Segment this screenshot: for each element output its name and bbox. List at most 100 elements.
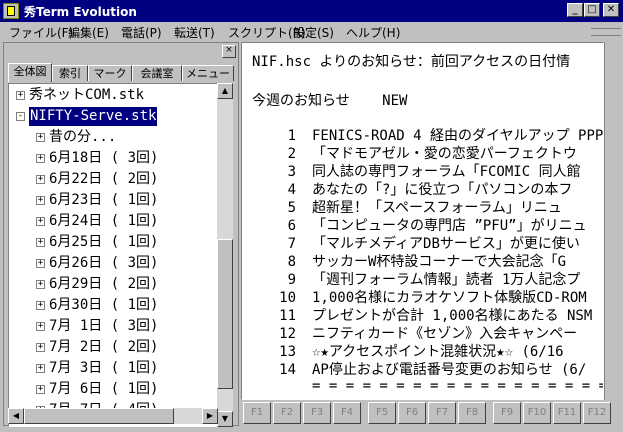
notice-number: 13 — [279, 344, 296, 360]
expand-icon[interactable]: + — [36, 154, 45, 163]
tree-node-label[interactable]: 秀ネットCOM.stk — [29, 86, 144, 105]
tree-node-label[interactable]: 7月 6日 ( 1回) — [49, 380, 158, 399]
tree-node-label[interactable]: 6月25日 ( 1回) — [49, 233, 158, 252]
tree-node-label[interactable]: 6月23日 ( 1回) — [49, 191, 158, 210]
message-view[interactable]: NIF.hsc よりのお知らせ：前回アクセスの日付情 今週のお知らせ NEW 1… — [241, 42, 604, 400]
tree-node-label[interactable]: 7月 3日 ( 1回) — [49, 359, 158, 378]
expand-icon[interactable]: + — [36, 385, 45, 394]
fkey-f7-button[interactable]: F7 — [428, 402, 456, 424]
notice-number: 11 — [279, 308, 296, 324]
fkey-f12-button[interactable]: F12 — [583, 402, 611, 424]
notice-number: 10 — [279, 290, 296, 306]
fkey-f11-button[interactable]: F11 — [553, 402, 581, 424]
notice-item[interactable]: 3 同人誌の専門フォーラム「FCOMIC 同人館 — [252, 163, 581, 181]
close-button[interactable]: ✕ — [603, 3, 619, 17]
expand-icon[interactable]: + — [36, 133, 45, 142]
fkey-f2-button[interactable]: F2 — [273, 402, 301, 424]
section-heading: 今週のお知らせ NEW — [252, 92, 407, 110]
tree-hscrollbar[interactable]: ◀ ▶ — [8, 408, 218, 424]
menu-bar: ファイル(F) 編集(E) 電話(P) 転送(T) スクリプト(R) 設定(S)… — [0, 22, 623, 41]
menu-settings[interactable]: 設定(S) — [293, 24, 334, 41]
notice-number: 5 — [287, 200, 296, 216]
toolbar-grip[interactable] — [591, 28, 621, 36]
expand-icon[interactable]: + — [36, 175, 45, 184]
tree-node-label[interactable]: 6月24日 ( 1回) — [49, 212, 158, 231]
notice-item[interactable]: 11 プレゼントが合計 1,000名様にあたる NSM — [252, 307, 592, 325]
tab-mark[interactable]: マーク — [88, 65, 132, 81]
expand-icon[interactable]: + — [36, 322, 45, 331]
fkey-f3-button[interactable]: F3 — [303, 402, 331, 424]
expand-icon[interactable]: + — [36, 238, 45, 247]
menu-transfer[interactable]: 転送(T) — [174, 24, 215, 41]
scroll-left-icon[interactable]: ◀ — [8, 408, 24, 424]
tab-menu[interactable]: メニュー — [182, 65, 234, 81]
tab-overview[interactable]: 全体図 — [8, 63, 52, 82]
notice-item[interactable]: 12 ニフティカード《セゾン》入会キャンペー — [252, 325, 577, 343]
divider-line: = = = = = = = = = = = = = = = = = = = = … — [312, 378, 603, 394]
tree-view[interactable]: + 秀ネットCOM.stk - NIFTY-Serve.stk + 昔の分... +6月18… — [8, 83, 218, 427]
tree-node-label[interactable]: 6月30日 ( 1回) — [49, 296, 158, 315]
scroll-up-icon[interactable]: ▲ — [217, 83, 233, 99]
notice-number: 12 — [279, 326, 296, 342]
notice-item[interactable]: 1 FENICS-ROAD 4 経由のダイヤルアップ PPP — [252, 127, 603, 145]
notice-number: 4 — [287, 182, 296, 198]
fkey-f9-button[interactable]: F9 — [493, 402, 521, 424]
hscroll-thumb[interactable] — [24, 408, 174, 424]
expand-icon[interactable]: + — [36, 280, 45, 289]
title-bar[interactable]: 秀Term Evolution _ □ ✕ — [0, 0, 623, 22]
notice-item[interactable]: 5 超新星！「スペースフォーラム」リニュ — [252, 199, 562, 217]
expand-icon[interactable]: + — [36, 259, 45, 268]
expand-icon[interactable]: + — [36, 301, 45, 310]
fkey-f5-button[interactable]: F5 — [368, 402, 396, 424]
navigation-pane: × 全体図 索引 マーク 会議室 メニュー + 秀ネットCOM.stk - NIFTY… — [3, 42, 239, 427]
scroll-down-icon[interactable]: ▼ — [217, 411, 233, 427]
tree-node-label[interactable]: 6月18日 ( 3回) — [49, 149, 158, 168]
notice-item[interactable]: 2 「マドモアゼル・愛の恋愛パーフェクトウ — [252, 145, 577, 163]
notice-text: 同人誌の専門フォーラム「FCOMIC 同人館 — [312, 164, 581, 180]
fkey-f1-button[interactable]: F1 — [243, 402, 271, 424]
fkey-f6-button[interactable]: F6 — [398, 402, 426, 424]
tab-index[interactable]: 索引 — [52, 65, 88, 81]
menu-phone[interactable]: 電話(P) — [121, 24, 162, 41]
notice-item[interactable]: 9 「週刊フォーラム情報」読者 1万人記念プ — [252, 271, 581, 289]
tree-node-label[interactable]: 7月 2日 ( 2回) — [49, 338, 158, 357]
app-icon[interactable] — [3, 3, 19, 19]
menu-edit[interactable]: 編集(E) — [68, 24, 109, 41]
scroll-right-icon[interactable]: ▶ — [202, 408, 218, 424]
tree-node-label[interactable]: 6月26日 ( 3回) — [49, 254, 158, 273]
close-pane-icon[interactable]: × — [222, 45, 236, 58]
tree-node-label[interactable]: 6月22日 ( 2回) — [49, 170, 158, 189]
tree-node-label[interactable]: 6月29日 ( 2回) — [49, 275, 158, 294]
menu-file[interactable]: ファイル(F) — [9, 24, 73, 41]
scroll-thumb[interactable] — [217, 239, 233, 389]
expand-icon[interactable]: + — [36, 343, 45, 352]
tree-node-label[interactable]: 昔の分... — [49, 128, 116, 147]
notice-number: 14 — [279, 362, 296, 378]
fkey-f10-button[interactable]: F10 — [523, 402, 551, 424]
notice-number: 9 — [287, 272, 296, 288]
expand-icon[interactable]: + — [36, 364, 45, 373]
notice-item[interactable]: 10 1,000名様にカラオケソフト体験版CD-ROM — [252, 289, 587, 307]
notice-item[interactable]: 7 「マルチメディアDBサービス」が更に使い — [252, 235, 580, 253]
notice-text: 「マルチメディアDBサービス」が更に使い — [312, 236, 580, 252]
expand-icon[interactable]: + — [36, 196, 45, 205]
notice-header: NIF.hsc よりのお知らせ：前回アクセスの日付情 — [252, 54, 571, 70]
notice-item[interactable]: 8 サッカーW杯特設コーナーで大会記念「G — [252, 253, 566, 271]
notice-item[interactable]: 4 あなたの「?」に役立つ「パソコンの本フ — [252, 181, 573, 199]
notice-item[interactable]: 13 ☆★アクセスポイント混雑状況★☆ (6/16 — [252, 343, 563, 361]
tree-node-label[interactable]: 7月 1日 ( 3回) — [49, 317, 158, 336]
notice-text: 超新星！「スペースフォーラム」リニュ — [312, 200, 562, 216]
expand-icon[interactable]: + — [16, 91, 25, 100]
tree-scrollbar[interactable]: ▲ ▼ — [217, 83, 233, 427]
menu-help[interactable]: ヘルプ(H) — [346, 24, 400, 41]
fkey-f4-button[interactable]: F4 — [333, 402, 361, 424]
tree-node-label[interactable]: NIFTY-Serve.stk — [29, 107, 158, 126]
tab-forum[interactable]: 会議室 — [132, 65, 182, 81]
expand-icon[interactable]: + — [36, 217, 45, 226]
fkey-f8-button[interactable]: F8 — [458, 402, 486, 424]
notice-item[interactable]: 6 「コンピュータの専門店 ”PFU”」がリニュ — [252, 217, 587, 235]
maximize-button[interactable]: □ — [584, 3, 600, 17]
content-scrollbar[interactable] — [604, 42, 621, 400]
collapse-icon[interactable]: - — [16, 112, 25, 121]
minimize-button[interactable]: _ — [567, 3, 583, 17]
